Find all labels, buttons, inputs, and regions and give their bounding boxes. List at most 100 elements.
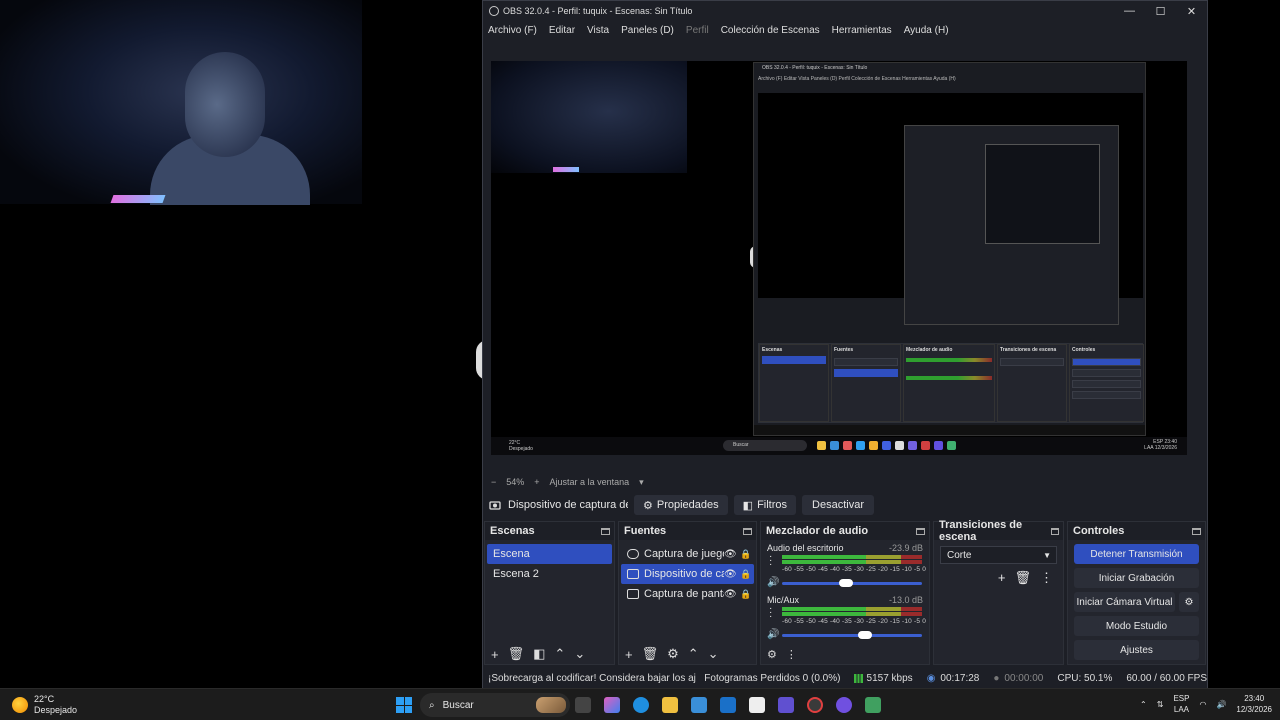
undock-icon[interactable] — [1192, 527, 1201, 535]
preview-canvas[interactable]: OBS 32.0.4 - Perfil: tuquix - Escenas: S… — [491, 61, 1187, 455]
menu-editar[interactable]: Editar — [549, 25, 575, 36]
chevron-up-icon[interactable]: ⌃ — [1140, 700, 1147, 709]
maximize-button[interactable]: ☐ — [1145, 5, 1176, 18]
slider-knob[interactable] — [857, 631, 872, 639]
language-indicator[interactable]: ESP LAA — [1173, 693, 1189, 715]
minimize-button[interactable]: — — [1114, 5, 1145, 18]
eye-icon[interactable]: 👁 — [724, 569, 737, 580]
document-icon[interactable] — [749, 697, 765, 713]
menu-perfil[interactable]: Perfil — [686, 25, 709, 36]
preview-phone-glow — [553, 167, 579, 172]
deactivate-button[interactable]: Desactivar — [802, 495, 874, 515]
source-toolbar: Dispositivo de captura de v ⚙ Propiedades… — [483, 493, 1207, 517]
speaker-icon[interactable]: 🔊 — [767, 629, 779, 640]
chevron-up-icon[interactable]: ⌃ — [688, 646, 699, 662]
kebab-menu-icon[interactable]: ⋮ — [1040, 570, 1053, 586]
preview-inner-status — [754, 425, 1145, 435]
volume-slider[interactable] — [782, 631, 922, 639]
settings-button[interactable]: Ajustes — [1074, 640, 1199, 660]
scene-label: Escena 2 — [493, 568, 539, 580]
gear-icon[interactable]: ⚙ — [1179, 592, 1199, 612]
app-icon[interactable] — [836, 697, 852, 713]
mixer-toolbar: ⚙ ⋮ — [761, 644, 929, 664]
trash-icon[interactable]: 🗑 — [508, 646, 525, 662]
source-item-game-capture[interactable]: Captura de juego 👁 🔒 — [621, 544, 754, 564]
scenes-title: Escenas — [490, 525, 535, 537]
add-icon[interactable]: + — [491, 647, 499, 662]
search-label: Buscar — [442, 699, 474, 711]
menu-paneles[interactable]: Paneles (D) — [621, 25, 674, 36]
scene-item-escena-2[interactable]: Escena 2 — [487, 564, 612, 584]
preview-inner-canvas — [758, 93, 1143, 325]
trash-icon[interactable]: 🗑 — [642, 646, 659, 662]
properties-button[interactable]: ⚙ Propiedades — [634, 495, 728, 515]
add-icon[interactable]: + — [625, 647, 633, 662]
undock-icon[interactable] — [743, 527, 752, 535]
file-explorer-icon[interactable] — [662, 697, 678, 713]
windows-taskbar: 22°C Despejado ⌕ Buscar ⌃ ⇅ ESP LAA ◠ 🔊 23… — [0, 688, 1280, 720]
chevron-down-icon[interactable]: ▾ — [639, 477, 644, 488]
store-icon[interactable] — [691, 697, 707, 713]
menu-coleccion[interactable]: Colección de Escenas — [721, 25, 820, 36]
eye-icon[interactable]: 👁 — [724, 549, 737, 560]
stop-streaming-button[interactable]: Detener Transmisión — [1074, 544, 1199, 564]
transitions-header: Transiciones de escena — [934, 519, 1063, 543]
speaker-icon[interactable]: 🔊 — [767, 577, 779, 588]
menu-vista[interactable]: Vista — [587, 25, 609, 36]
edge-icon[interactable] — [633, 697, 649, 713]
zoom-level: 54% — [506, 477, 525, 487]
filter-icon[interactable]: ◧ — [533, 646, 545, 662]
start-virtual-camera-button[interactable]: Iniciar Cámara Virtual — [1074, 592, 1175, 612]
mail-icon[interactable] — [720, 697, 736, 713]
start-recording-button[interactable]: Iniciar Grabación — [1074, 568, 1199, 588]
spreadsheet-icon[interactable] — [865, 697, 881, 713]
gear-icon[interactable]: ⚙ — [667, 646, 679, 662]
lock-icon[interactable]: 🔒 — [740, 569, 751, 580]
menu-ayuda[interactable]: Ayuda (H) — [904, 25, 949, 36]
lock-icon[interactable]: 🔒 — [740, 589, 751, 600]
undock-icon[interactable] — [601, 527, 610, 535]
undock-icon[interactable] — [916, 527, 925, 535]
zoom-in-button[interactable]: + — [534, 477, 539, 487]
zoom-out-button[interactable]: − — [491, 477, 496, 487]
scene-item-escena[interactable]: Escena — [487, 544, 612, 564]
add-icon[interactable]: + — [998, 570, 1006, 586]
gear-icon[interactable]: ⚙ — [767, 648, 777, 661]
weather-widget[interactable]: 22°C Despejado — [12, 694, 77, 716]
title-bar[interactable]: OBS 32.0.4 - Perfil: tuquix - Escenas: S… — [483, 1, 1207, 21]
menu-archivo[interactable]: Archivo (F) — [488, 25, 537, 36]
filters-button[interactable]: ◧ Filtros — [733, 495, 797, 515]
obs-icon[interactable] — [807, 697, 823, 713]
fit-to-window-button[interactable]: Ajustar a la ventana — [550, 477, 630, 487]
kebab-menu-icon[interactable]: ⋮ — [786, 648, 797, 661]
lock-icon[interactable]: 🔒 — [740, 549, 751, 560]
wifi-icon[interactable]: ◠ — [1199, 700, 1206, 709]
speaker-icon[interactable]: 🔊 — [1216, 700, 1226, 709]
volume-slider[interactable] — [782, 579, 922, 587]
kebab-menu-icon[interactable]: · · · — [769, 604, 772, 622]
close-button[interactable]: ✕ — [1176, 5, 1207, 18]
trash-icon[interactable]: 🗑 — [1014, 570, 1031, 586]
preview-mini-scenes: Escenas — [759, 344, 829, 422]
kebab-menu-icon[interactable]: · · · — [769, 552, 772, 570]
transition-select[interactable]: Corte ▼ — [940, 546, 1057, 564]
eye-icon[interactable]: 👁 — [724, 589, 737, 600]
undock-icon[interactable] — [1050, 527, 1059, 535]
slider-knob[interactable] — [838, 579, 853, 587]
source-item-screen-capture[interactable]: Captura de pantalla👁🔒 — [621, 584, 754, 604]
menu-herramientas[interactable]: Herramientas — [832, 25, 892, 36]
chevron-up-icon[interactable]: ⌃ — [554, 646, 565, 662]
task-view-icon[interactable] — [575, 697, 591, 713]
chevron-down-icon[interactable]: ⌄ — [708, 646, 719, 662]
windows-start-icon[interactable] — [396, 697, 412, 713]
taskbar-search[interactable]: ⌕ Buscar — [420, 693, 570, 717]
clock[interactable]: 23:40 12/3/2026 — [1236, 693, 1272, 715]
chevron-down-icon[interactable]: ⌄ — [574, 646, 585, 662]
network-icon[interactable]: ⇅ — [1157, 700, 1164, 709]
source-item-video-capture[interactable]: Dispositivo de captura de video👁🔒 — [621, 564, 754, 584]
source-label: Captura de juego — [644, 548, 724, 560]
copilot-icon[interactable] — [604, 697, 620, 713]
studio-mode-button[interactable]: Modo Estudio — [1074, 616, 1199, 636]
teams-icon[interactable] — [778, 697, 794, 713]
controls-header: Controles — [1068, 522, 1205, 540]
